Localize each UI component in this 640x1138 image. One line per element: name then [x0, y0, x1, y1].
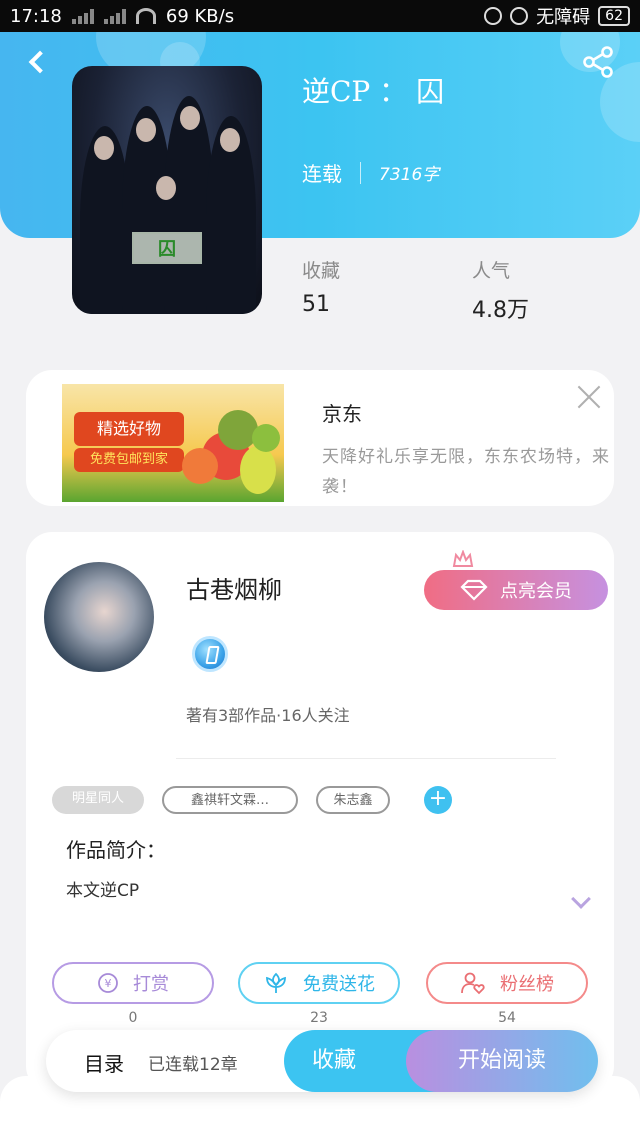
status-bar: 17:18 69 KB/s 无障碍 62: [0, 0, 640, 32]
tag-character-pairing[interactable]: 鑫祺轩文霖…: [162, 786, 298, 814]
add-tag-button[interactable]: +: [424, 786, 452, 814]
serial-status: 连载: [302, 162, 342, 186]
start-reading-button[interactable]: 开始阅读: [406, 1030, 598, 1092]
ad-brand: 京东: [322, 402, 362, 426]
mute-icon: [484, 7, 503, 25]
vip-badge-icon: [192, 636, 228, 672]
chevron-left-icon: [28, 50, 52, 74]
bottom-action-bar: 目录 已连载12章 收藏 开始阅读: [46, 1030, 598, 1092]
member-button-label: 点亮会员: [500, 581, 572, 602]
ad-card[interactable]: 精选好物 免费包邮到家 京东 天降好礼乐享无限，东东农场特，来袭！: [26, 370, 614, 506]
yen-coin-icon: ¥: [98, 973, 118, 993]
diamond-icon: [460, 579, 488, 601]
fan-ranking-button[interactable]: 粉丝榜: [426, 962, 588, 1004]
lock-icon: [510, 7, 529, 25]
status-time: 17:18: [10, 5, 62, 27]
network-speed: 69 KB/s: [165, 5, 235, 27]
fan-count: 54: [498, 1010, 516, 1026]
favorites-label: 收藏: [302, 260, 341, 282]
chapter-count[interactable]: 已连载12章: [148, 1050, 238, 1075]
word-count: 7316字: [379, 165, 440, 185]
signal-icon: [71, 8, 94, 24]
flower-count: 23: [310, 1010, 328, 1026]
tip-label: 打赏: [133, 974, 169, 995]
author-card: 古巷烟柳 点亮会员 著有3部作品·16人关注 明星同人 鑫祺轩文霖… 朱志鑫 +…: [26, 532, 614, 1092]
intro-heading: 作品简介：: [66, 838, 166, 862]
accessibility-label: 无障碍: [536, 7, 591, 28]
share-icon[interactable]: [580, 44, 616, 80]
intro-body: 本文逆CP: [66, 881, 140, 901]
battery-icon: 62: [598, 6, 630, 26]
close-icon[interactable]: [574, 382, 604, 412]
fan-ranking-label: 粉丝榜: [500, 974, 554, 995]
signal-icon-2: [103, 8, 126, 24]
divider: [176, 758, 556, 759]
tip-count: 0: [128, 1010, 138, 1026]
tip-button[interactable]: ¥ 打赏: [52, 962, 214, 1004]
cover-tag: 囚: [132, 232, 202, 264]
book-title: 逆CP ： 囚: [302, 75, 445, 108]
send-flower-label: 免费送花: [303, 974, 375, 995]
crown-icon: [452, 550, 474, 567]
flower-icon: [266, 972, 286, 993]
toc-button[interactable]: 目录: [84, 1048, 124, 1077]
popularity-label: 人气: [472, 260, 511, 282]
activate-member-button[interactable]: 点亮会员: [424, 570, 608, 610]
tag-star-fanfic[interactable]: 明星同人: [52, 786, 144, 814]
popularity-value: 4.8万: [472, 298, 529, 323]
svg-text:¥: ¥: [105, 977, 112, 990]
fan-heart-icon: [461, 972, 485, 995]
author-stats: 著有3部作品·16人关注: [186, 706, 350, 725]
ad-image-text-2: 免费包邮到家: [74, 448, 184, 472]
back-button[interactable]: [20, 42, 54, 82]
expand-chevron-icon[interactable]: [571, 889, 591, 909]
tag-character[interactable]: 朱志鑫: [316, 786, 390, 814]
ad-image[interactable]: 精选好物 免费包邮到家: [62, 384, 284, 502]
favorites-value: 51: [302, 292, 330, 317]
serial-status-line: 连载 7316字: [302, 158, 439, 187]
ad-description: 天降好礼乐享无限，东东农场特，来袭！: [322, 447, 610, 497]
ad-image-text-1: 精选好物: [74, 412, 184, 446]
book-cover[interactable]: 囚: [72, 66, 262, 314]
avatar[interactable]: [44, 562, 154, 672]
author-name[interactable]: 古巷烟柳: [186, 570, 282, 605]
send-flower-button[interactable]: 免费送花: [238, 962, 400, 1004]
wifi-icon: [135, 8, 156, 24]
